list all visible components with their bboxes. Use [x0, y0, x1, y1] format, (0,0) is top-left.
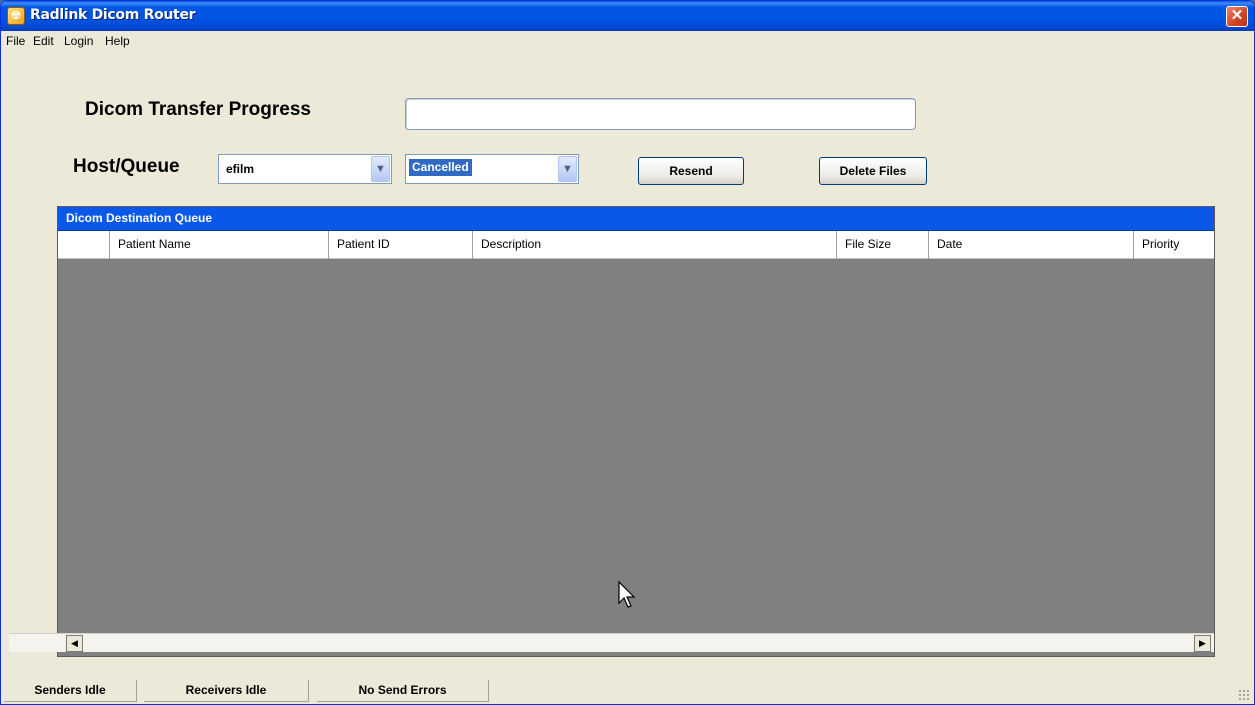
- receivers-status: Receivers Idle: [144, 680, 309, 702]
- horizontal-scrollbar[interactable]: ◀ ▶: [9, 633, 1214, 652]
- host-select-value: efilm: [226, 162, 255, 176]
- title-bar[interactable]: ☢ Radlink Dicom Router ✕: [1, 1, 1254, 31]
- grid-caption: Dicom Destination Queue: [58, 207, 1214, 231]
- grid-header: Patient Name Patient ID Description File…: [58, 231, 1214, 259]
- scroll-right-icon[interactable]: ▶: [1194, 635, 1211, 652]
- transfer-progress-bar: [405, 98, 916, 130]
- senders-status: Senders Idle: [4, 680, 137, 702]
- delete-files-button[interactable]: Delete Files: [819, 157, 927, 185]
- resend-button[interactable]: Resend: [638, 157, 744, 185]
- column-header-file-size[interactable]: File Size: [836, 231, 928, 259]
- progress-label: Dicom Transfer Progress: [85, 99, 311, 120]
- chevron-down-icon[interactable]: ▼: [371, 156, 390, 182]
- window-title: Radlink Dicom Router: [30, 7, 196, 23]
- host-select[interactable]: efilm ▼: [218, 154, 392, 184]
- menu-bar: File Edit Login Help: [1, 31, 1254, 52]
- queue-status-select[interactable]: Cancelled ▼: [405, 154, 579, 184]
- close-button[interactable]: ✕: [1226, 6, 1248, 27]
- column-header-patient-id[interactable]: Patient ID: [328, 231, 472, 259]
- app-icon: ☢: [7, 7, 25, 25]
- host-queue-label: Host/Queue: [73, 156, 180, 177]
- scroll-left-icon[interactable]: ◀: [66, 635, 83, 652]
- column-header-patient-name[interactable]: Patient Name: [109, 231, 328, 259]
- row-selector-header: [58, 231, 109, 259]
- column-header-date[interactable]: Date: [928, 231, 1133, 259]
- column-header-description[interactable]: Description: [472, 231, 836, 259]
- mouse-cursor-icon: [618, 581, 636, 608]
- status-bar: Senders Idle Receivers Idle No Send Erro…: [1, 677, 1254, 704]
- send-errors-status: No Send Errors: [317, 680, 489, 702]
- menu-file[interactable]: File: [6, 34, 25, 48]
- column-header-priority[interactable]: Priority: [1133, 231, 1215, 259]
- queue-status-value: Cancelled: [409, 159, 472, 176]
- resize-grip-icon[interactable]: [1238, 689, 1250, 701]
- app-window: ☢ Radlink Dicom Router ✕ File Edit Login…: [0, 0, 1255, 705]
- menu-help[interactable]: Help: [105, 34, 130, 48]
- menu-edit[interactable]: Edit: [33, 34, 54, 48]
- chevron-down-icon[interactable]: ▼: [558, 156, 577, 182]
- menu-login[interactable]: Login: [64, 34, 93, 48]
